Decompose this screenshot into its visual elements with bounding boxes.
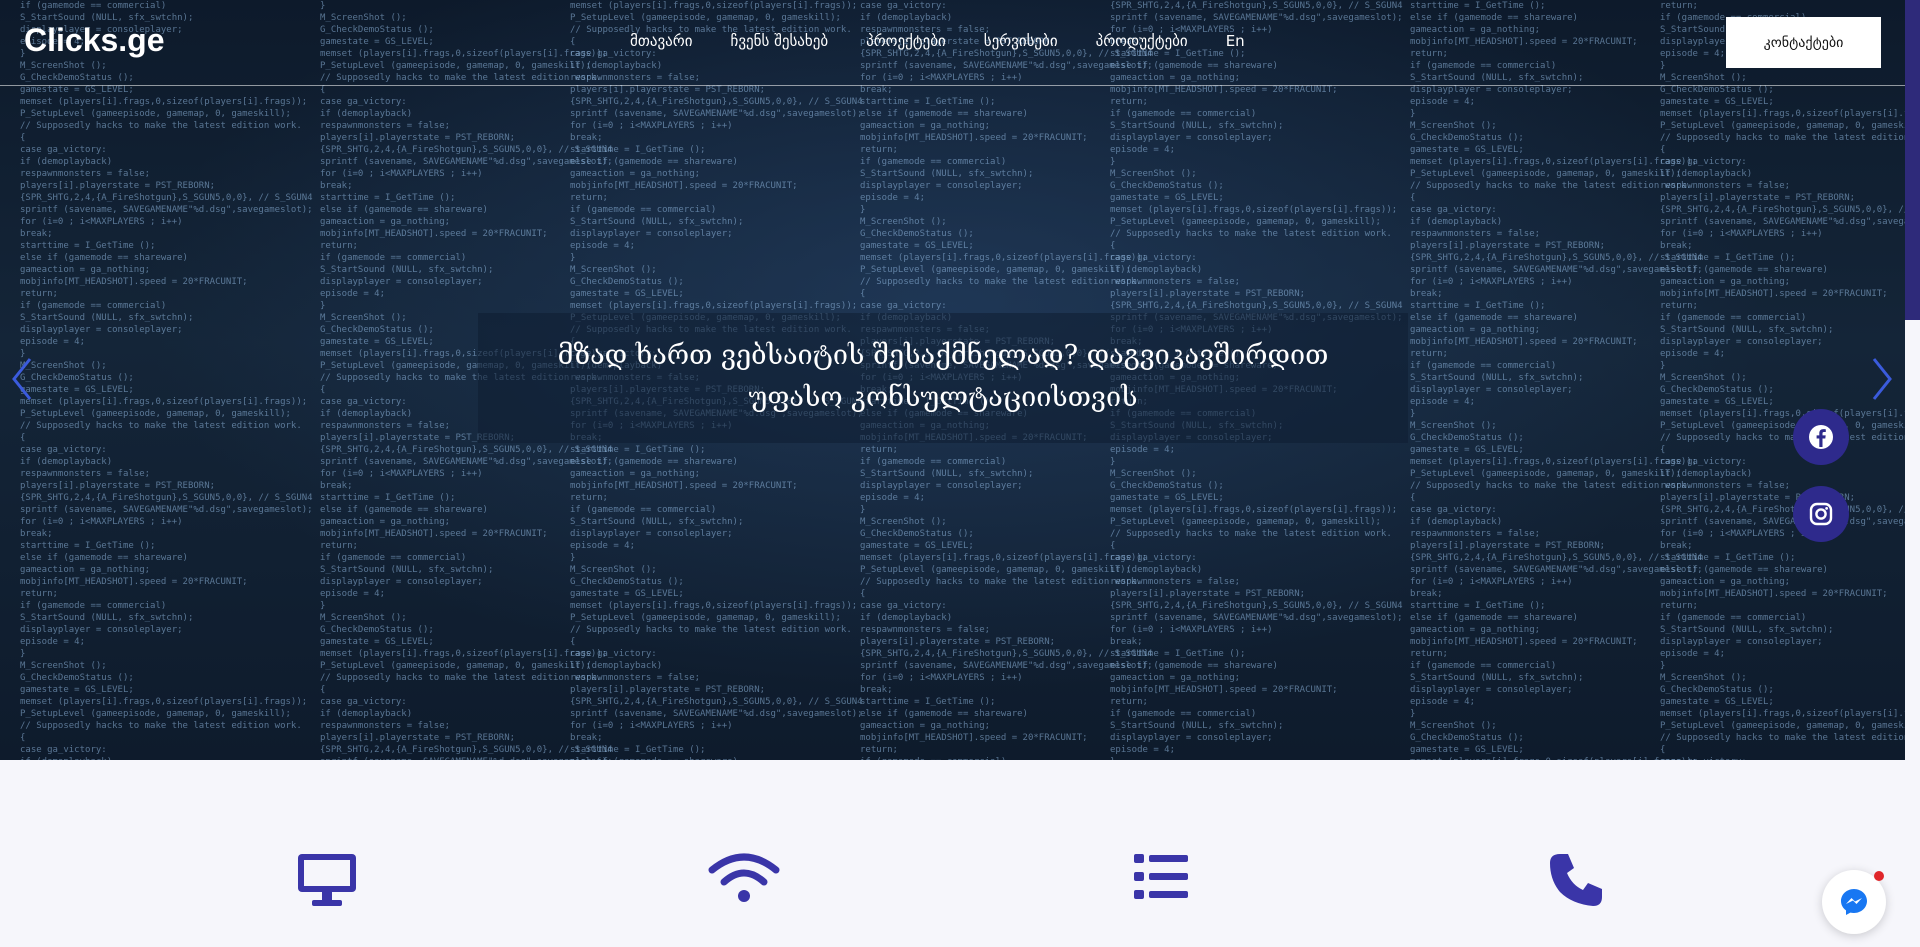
navbar: Clicks.ge მთავარი ჩვენს შესახებ პროექტებ… xyxy=(0,0,1905,86)
notification-dot xyxy=(1874,871,1884,881)
instagram-icon xyxy=(1809,502,1833,526)
nav-item-language[interactable]: En xyxy=(1226,32,1245,50)
nav-item-home[interactable]: მთავარი xyxy=(630,32,692,50)
slider-next-button[interactable] xyxy=(1866,355,1896,403)
messenger-icon xyxy=(1841,889,1867,915)
nav-item-services[interactable]: სერვისები xyxy=(984,32,1058,50)
features-section xyxy=(0,760,1905,947)
nav-item-products[interactable]: პროდუქტები xyxy=(1096,32,1188,50)
slider-prev-button[interactable] xyxy=(8,355,38,403)
wifi-icon xyxy=(708,852,780,908)
chevron-left-icon xyxy=(12,358,32,400)
hero-headline-line-2: უფასო კონსულტაციისთვის xyxy=(748,382,1138,413)
hero-headline-line-1: მზად ხართ ვებსაიტის შესაქმნელად? დაგვიკა… xyxy=(557,340,1329,371)
nav-item-about[interactable]: ჩვენს შესახებ xyxy=(730,32,828,50)
facebook-icon xyxy=(1809,425,1833,449)
list-icon xyxy=(1134,852,1188,904)
chevron-right-icon xyxy=(1872,358,1892,400)
desktop-icon xyxy=(296,852,358,912)
hero-headline: მზად ხართ ვებსაიტის შესაქმნელად? დაგვიკა… xyxy=(478,335,1408,419)
page-scrollbar[interactable] xyxy=(1905,0,1920,320)
contact-button[interactable]: კონტაქტები xyxy=(1726,17,1881,68)
logo[interactable]: Clicks.ge xyxy=(24,22,165,59)
main-nav: მთავარი ჩვენს შესახებ პროექტები სერვისებ… xyxy=(630,32,1245,50)
phone-icon xyxy=(1548,852,1604,912)
instagram-button[interactable] xyxy=(1793,486,1849,542)
nav-item-projects[interactable]: პროექტები xyxy=(866,32,946,50)
facebook-button[interactable] xyxy=(1793,409,1849,465)
